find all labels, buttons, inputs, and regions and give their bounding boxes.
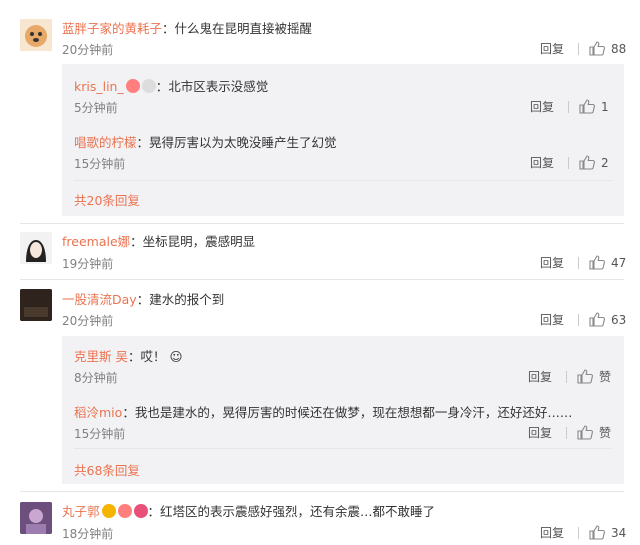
comment-text: ：红塔区的表示震感好强烈，还有余震…都不敢睡了 [147, 504, 436, 519]
avatar[interactable] [20, 289, 52, 321]
thumb-up-icon[interactable] [589, 312, 606, 327]
divider [578, 526, 580, 539]
reply-time: 15分钟前 [74, 157, 126, 171]
divider [568, 100, 570, 113]
comment-line: 蓝胖子家的黄耗子：什么鬼在昆明直接被摇醒 [62, 18, 312, 37]
avatar[interactable] [20, 19, 52, 51]
smile-emoji-icon: ☺ [165, 349, 183, 364]
reply-text: ：我也是建水的，晃得厉害的时候还在做梦，现在想想都一身冷汗，还好还好…… [122, 405, 573, 420]
thumb-up-icon[interactable] [589, 255, 606, 270]
purple-avatar-icon [20, 502, 52, 534]
comment-author[interactable]: 蓝胖子家的黄耗子 [62, 21, 162, 36]
divider [74, 180, 612, 181]
reply-line: kris_lin_ ：北市区表示没感觉 [74, 76, 268, 95]
girl-avatar-icon [20, 232, 52, 264]
reply-author[interactable]: 稻泠mio [74, 405, 122, 420]
divider [20, 223, 624, 224]
comment-actions: 回复 34 [540, 524, 626, 541]
reply-time: 5分钟前 [74, 101, 118, 115]
comment-actions: 回复 63 [540, 311, 626, 328]
thumb-up-icon[interactable] [589, 41, 606, 56]
reply-actions: 回复 2 [530, 154, 609, 171]
dog-avatar-icon [20, 19, 52, 51]
comment-line: 一股清流Day：建水的报个到 [62, 289, 224, 308]
reply-text: ：哎！ [127, 349, 166, 364]
more-replies-link[interactable]: 共68条回复 [74, 460, 140, 479]
comment-author[interactable]: 丸子郭 [62, 504, 100, 519]
reply-button[interactable]: 回复 [528, 424, 552, 441]
reply-time: 15分钟前 [74, 427, 126, 441]
comment-author[interactable]: 一股清流Day [62, 292, 137, 307]
like-count: 2 [601, 155, 609, 170]
comment-text: ：什么鬼在昆明直接被摇醒 [162, 21, 313, 36]
reply-button[interactable]: 回复 [540, 254, 564, 271]
more-replies-link[interactable]: 共20条回复 [74, 190, 140, 209]
reply-button[interactable]: 回复 [528, 368, 552, 385]
comment-line: 丸子郭 ：红塔区的表示震感好强烈，还有余震…都不敢睡了 [62, 501, 435, 520]
avatar[interactable] [20, 502, 52, 534]
reply-author[interactable]: kris_lin_ [74, 79, 124, 94]
reply-list: 克里斯 吴：哎！ ☺ 8分钟前 回复 赞 稻泠mio：我也是建水的，晃得厉害的时… [62, 336, 624, 484]
divider [74, 448, 612, 449]
reply-button[interactable]: 回复 [540, 40, 564, 57]
reply-actions: 回复 赞 [528, 424, 611, 441]
comment-line: freemale娜：坐标昆明，震感明显 [62, 231, 255, 250]
reply-button[interactable]: 回复 [530, 98, 554, 115]
comment-actions: 回复 47 [540, 254, 626, 271]
reply-actions: 回复 赞 [528, 368, 611, 385]
reply-author[interactable]: 唱歌的柠檬 [74, 135, 137, 150]
divider [20, 491, 624, 492]
like-label: 赞 [599, 426, 612, 440]
reply-time: 8分钟前 [74, 371, 118, 385]
reply-button[interactable]: 回复 [530, 154, 554, 171]
like-count: 34 [611, 525, 627, 540]
reply-button[interactable]: 回复 [540, 524, 564, 541]
comment-actions: 回复 88 [540, 40, 626, 57]
reply-line: 唱歌的柠檬：晃得厉害以为太晚没睡产生了幻觉 [74, 132, 337, 151]
thumb-up-icon[interactable] [577, 425, 594, 440]
thumb-up-icon[interactable] [577, 369, 594, 384]
badge-icons [100, 504, 148, 519]
comment-text: ：坐标昆明，震感明显 [130, 234, 256, 249]
like-count: 63 [611, 312, 627, 327]
like-count: 1 [601, 99, 609, 114]
reply-actions: 回复 1 [530, 98, 609, 115]
divider [566, 426, 568, 439]
reply-text: ：晃得厉害以为太晚没睡产生了幻觉 [136, 135, 337, 150]
comment-time: 19分钟前 [62, 257, 114, 271]
divider [20, 279, 624, 280]
emoji-icon [124, 79, 156, 94]
divider [566, 370, 568, 383]
reply-author[interactable]: 克里斯 吴 [74, 349, 128, 364]
comment-time: 20分钟前 [62, 314, 114, 328]
thumb-up-icon[interactable] [589, 525, 606, 540]
like-label: 赞 [599, 370, 612, 384]
divider [578, 42, 580, 55]
reply-button[interactable]: 回复 [540, 311, 564, 328]
thumb-up-icon[interactable] [579, 155, 596, 170]
divider [568, 156, 570, 169]
comment-author[interactable]: freemale娜 [62, 234, 130, 249]
like-count: 88 [611, 41, 627, 56]
reply-text: ：北市区表示没感觉 [155, 79, 269, 94]
reply-line: 克里斯 吴：哎！ ☺ [74, 346, 183, 365]
reply-list: kris_lin_ ：北市区表示没感觉 5分钟前 回复 1 唱歌的柠檬：晃得厉害以… [62, 64, 624, 216]
dark-avatar-icon [20, 289, 52, 321]
reply-line: 稻泠mio：我也是建水的，晃得厉害的时候还在做梦，现在想想都一身冷汗，还好还好…… [74, 402, 572, 421]
divider [578, 313, 580, 326]
thumb-up-icon[interactable] [579, 99, 596, 114]
avatar[interactable] [20, 232, 52, 264]
comment-text: ：建水的报个到 [136, 292, 225, 307]
like-count: 47 [611, 255, 627, 270]
divider [578, 256, 580, 269]
comment-time: 20分钟前 [62, 43, 114, 57]
comment-time: 18分钟前 [62, 527, 114, 541]
